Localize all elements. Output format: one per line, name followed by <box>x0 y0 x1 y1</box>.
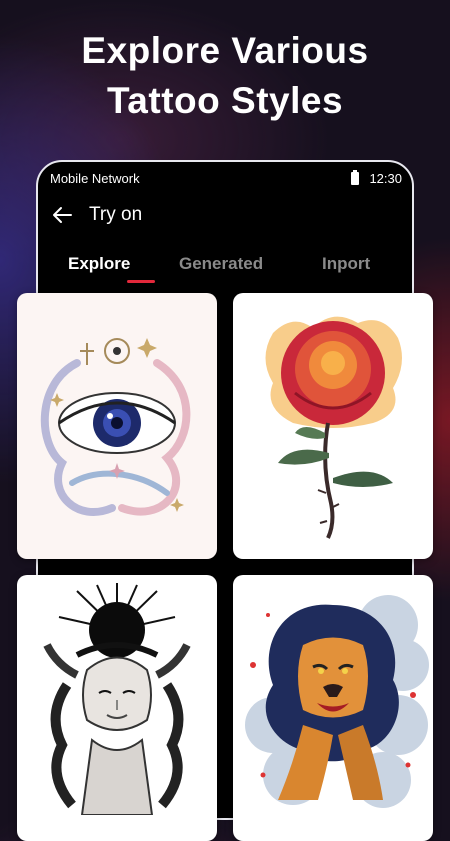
gallery-item-medusa[interactable] <box>17 575 217 841</box>
gallery-item-rose[interactable] <box>233 293 433 559</box>
headline-line-2: Tattoo Styles <box>106 80 344 121</box>
eye-tattoo-image <box>40 338 191 516</box>
headline: Explore Various Tattoo Styles <box>0 26 450 126</box>
rose-tattoo-image <box>265 316 402 539</box>
tab-explore[interactable]: Explore <box>68 254 130 274</box>
arrow-left-icon[interactable] <box>50 203 74 227</box>
gallery-item-eye[interactable] <box>17 293 217 559</box>
page-title: Try on <box>89 204 143 225</box>
tab-bar: Explore Generated Inport <box>40 250 410 286</box>
battery-icon <box>351 170 360 185</box>
status-bar: Mobile Network 12:30 <box>50 168 402 188</box>
network-label: Mobile Network <box>50 171 140 186</box>
status-right: 12:30 <box>351 170 402 186</box>
gallery-item-lion[interactable] <box>233 575 433 841</box>
headline-line-1: Explore Various <box>81 30 369 71</box>
tab-inport[interactable]: Inport <box>322 254 370 274</box>
lion-tattoo-image <box>245 595 429 808</box>
tab-generated[interactable]: Generated <box>179 254 263 274</box>
clock: 12:30 <box>369 171 402 186</box>
app-bar: Try on <box>50 200 142 230</box>
active-tab-indicator <box>127 280 155 283</box>
medusa-tattoo-image <box>43 583 191 815</box>
